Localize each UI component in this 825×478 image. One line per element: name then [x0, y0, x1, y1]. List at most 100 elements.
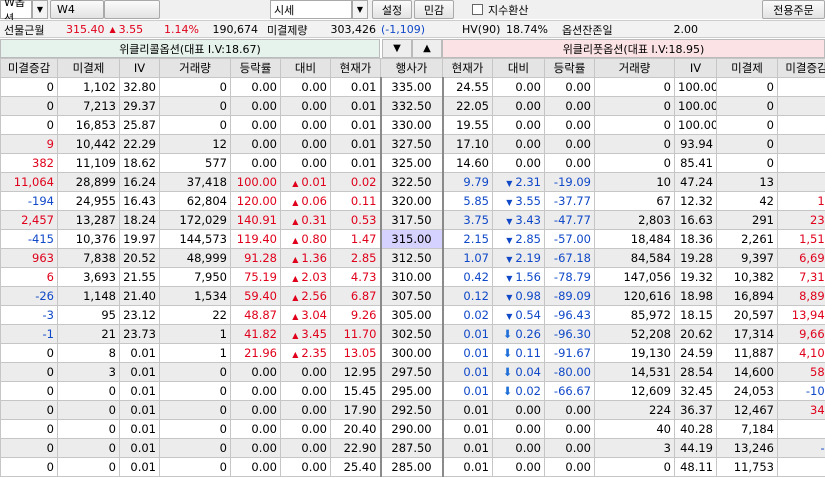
- put-diff[interactable]: ▼ 0.98: [492, 286, 545, 306]
- put-rate[interactable]: 0.00: [544, 419, 595, 439]
- call-volume[interactable]: 0: [159, 457, 231, 477]
- put-iv[interactable]: 32.45: [674, 381, 717, 401]
- call-diff[interactable]: 0.00: [280, 400, 331, 420]
- put-price[interactable]: 0.42: [442, 267, 493, 287]
- call-diff[interactable]: ▲ 3.45: [280, 324, 331, 344]
- call-volume[interactable]: 577: [159, 153, 231, 173]
- table-row[interactable]: 0 0 0.01 0 0.00 0.00 22.90 287.50 0.01 0.00 0.00 3 4…: [0, 438, 825, 458]
- call-rate[interactable]: 0.00: [230, 419, 281, 439]
- put-oi[interactable]: 0: [716, 115, 778, 135]
- put-oi[interactable]: 2,261: [716, 229, 778, 249]
- call-rate[interactable]: 0.00: [230, 381, 281, 401]
- call-volume[interactable]: 172,029: [159, 210, 231, 230]
- put-diff[interactable]: ▼ 3.55: [492, 191, 545, 211]
- call-oi[interactable]: 1,102: [57, 77, 120, 97]
- week-select-blank[interactable]: [104, 0, 160, 19]
- call-diff[interactable]: 0.00: [280, 115, 331, 135]
- quote-mode-select[interactable]: 시세: [270, 0, 352, 19]
- call-iv[interactable]: 21.55: [119, 267, 160, 287]
- strike-price[interactable]: 332.50: [379, 96, 444, 116]
- put-volume[interactable]: 67: [594, 191, 675, 211]
- strike-price[interactable]: 310.00: [379, 267, 444, 287]
- call-volume[interactable]: 7,950: [159, 267, 231, 287]
- header-put-iv[interactable]: IV: [674, 58, 717, 78]
- put-rate[interactable]: -80.00: [544, 362, 595, 382]
- strike-price[interactable]: 307.50: [379, 286, 444, 306]
- put-oi-change[interactable]: 0: [777, 115, 825, 135]
- call-diff[interactable]: 0.00: [280, 381, 331, 401]
- put-diff[interactable]: ⬇ 0.26: [492, 324, 545, 344]
- call-rate[interactable]: 100.00: [230, 172, 281, 192]
- header-call-oi-change[interactable]: 미결증감: [0, 58, 58, 78]
- checkbox-icon[interactable]: [472, 4, 483, 15]
- put-price[interactable]: 2.15: [442, 229, 493, 249]
- put-iv[interactable]: 48.11: [674, 457, 717, 477]
- call-volume[interactable]: 1: [159, 324, 231, 344]
- put-oi[interactable]: 17,314: [716, 324, 778, 344]
- put-volume[interactable]: 12,609: [594, 381, 675, 401]
- call-diff[interactable]: 0.00: [280, 457, 331, 477]
- table-row[interactable]: -1 21 23.73 1 41.82 ▲ 3.45 11.70 302.50 0.01 ⬇ 0.26…: [0, 324, 825, 344]
- call-oi[interactable]: 7,838: [57, 248, 120, 268]
- put-volume[interactable]: 52,208: [594, 324, 675, 344]
- table-row[interactable]: 0 3 0.01 0 0.00 0.00 12.95 297.50 0.01 ⬇ 0.04 -80.0…: [0, 362, 825, 382]
- put-diff[interactable]: 0.00: [492, 419, 545, 439]
- put-oi[interactable]: 9,397: [716, 248, 778, 268]
- put-diff[interactable]: 0.00: [492, 438, 545, 458]
- put-oi-change[interactable]: 0: [777, 134, 825, 154]
- call-diff[interactable]: 0.00: [280, 77, 331, 97]
- put-iv[interactable]: 93.94: [674, 134, 717, 154]
- call-rate[interactable]: 0.00: [230, 153, 281, 173]
- strike-price[interactable]: 320.00: [379, 191, 444, 211]
- put-rate[interactable]: 0.00: [544, 77, 595, 97]
- put-iv[interactable]: 100.00: [674, 115, 717, 135]
- put-price[interactable]: 0.01: [442, 457, 493, 477]
- call-rate[interactable]: 0.00: [230, 134, 281, 154]
- call-volume[interactable]: 0: [159, 77, 231, 97]
- header-call-diff[interactable]: 대비: [280, 58, 331, 78]
- put-rate[interactable]: -37.77: [544, 191, 595, 211]
- put-iv[interactable]: 19.28: [674, 248, 717, 268]
- call-iv[interactable]: 16.43: [119, 191, 160, 211]
- call-diff[interactable]: 0.00: [280, 419, 331, 439]
- call-volume[interactable]: 48,999: [159, 248, 231, 268]
- call-volume[interactable]: 0: [159, 362, 231, 382]
- call-oi-change[interactable]: 382: [0, 153, 58, 173]
- call-oi[interactable]: 0: [57, 419, 120, 439]
- call-diff[interactable]: 0.00: [280, 153, 331, 173]
- call-oi[interactable]: 0: [57, 400, 120, 420]
- put-oi-change[interactable]: 1,518: [777, 229, 825, 249]
- put-iv[interactable]: 100.00: [674, 96, 717, 116]
- put-volume[interactable]: 224: [594, 400, 675, 420]
- table-row[interactable]: 9 10,442 22.29 12 0.00 0.00 0.01 327.50 17.10 0.0…: [0, 134, 825, 154]
- header-put-price[interactable]: 현재가: [442, 58, 493, 78]
- call-iv[interactable]: 29.37: [119, 96, 160, 116]
- put-oi[interactable]: 7,184: [716, 419, 778, 439]
- put-oi[interactable]: 14,600: [716, 362, 778, 382]
- call-oi[interactable]: 13,287: [57, 210, 120, 230]
- call-price[interactable]: 0.01: [330, 134, 381, 154]
- call-iv[interactable]: 32.80: [119, 77, 160, 97]
- put-oi-change[interactable]: 585: [777, 362, 825, 382]
- call-volume[interactable]: 144,573: [159, 229, 231, 249]
- call-rate[interactable]: 59.40: [230, 286, 281, 306]
- call-diff[interactable]: ▲ 0.06: [280, 191, 331, 211]
- call-diff[interactable]: ▲ 0.01: [280, 172, 331, 192]
- strike-price[interactable]: 315.00: [379, 229, 444, 249]
- put-iv[interactable]: 12.32: [674, 191, 717, 211]
- call-diff[interactable]: 0.00: [280, 134, 331, 154]
- put-price[interactable]: 3.75: [442, 210, 493, 230]
- call-rate[interactable]: 119.40: [230, 229, 281, 249]
- call-diff[interactable]: ▲ 2.35: [280, 343, 331, 363]
- put-rate[interactable]: 0.00: [544, 457, 595, 477]
- put-diff[interactable]: 0.00: [492, 96, 545, 116]
- header-put-rate[interactable]: 등락률: [544, 58, 595, 78]
- put-price[interactable]: 0.02: [442, 305, 493, 325]
- put-price[interactable]: 24.55: [442, 77, 493, 97]
- call-iv[interactable]: 16.24: [119, 172, 160, 192]
- put-rate[interactable]: -96.30: [544, 324, 595, 344]
- table-row[interactable]: -3 95 23.12 22 48.87 ▲ 3.04 9.26 305.00 0.02 ▼ 0.54…: [0, 305, 825, 325]
- put-iv[interactable]: 19.32: [674, 267, 717, 287]
- call-iv[interactable]: 0.01: [119, 343, 160, 363]
- table-row[interactable]: 11,064 28,899 16.24 37,418 100.00 ▲ 0.01 0.02 32…: [0, 172, 825, 192]
